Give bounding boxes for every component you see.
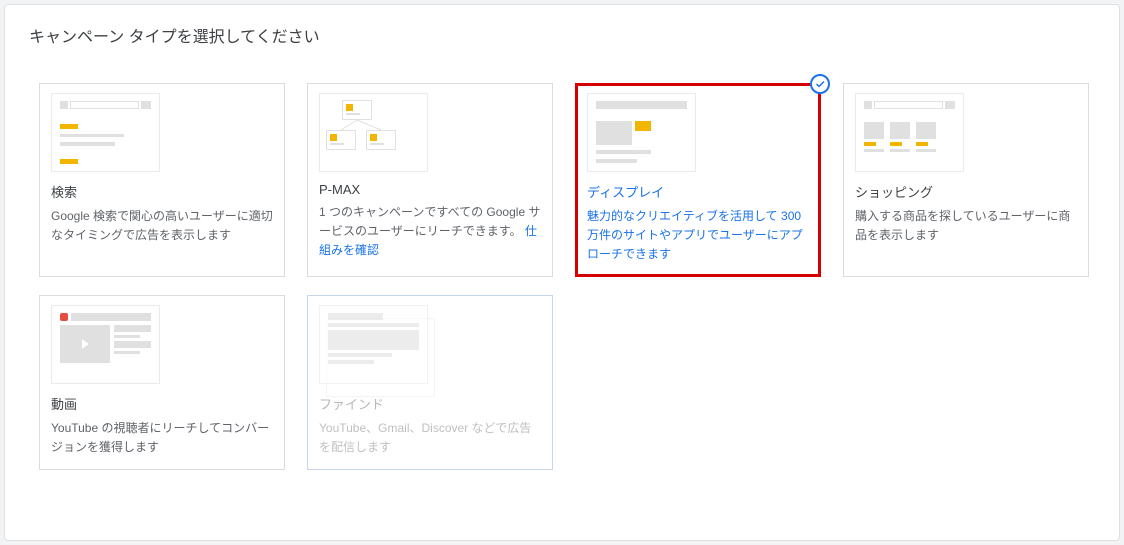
card-description: YouTube、Gmail、Discover などで広告を配信します [319,419,541,457]
selected-check-icon [810,74,830,94]
campaign-card-shopping[interactable]: ショッピング 購入する商品を探しているユーザーに商品を表示します [843,83,1089,277]
card-title: ショッピング [855,182,1077,201]
card-description: Google 検索で関心の高いユーザーに適切なタイミングで広告を表示します [51,207,273,245]
panel-title: キャンペーン タイプを選択してください [5,5,1119,47]
card-description: 1 つのキャンペーンですべての Google サービスのユーザーにリーチできます… [319,203,541,261]
card-title: ディスプレイ [587,182,809,201]
campaign-cards-grid: 検索 Google 検索で関心の高いユーザーに適切なタイミングで広告を表示します… [5,47,1119,504]
card-title: 検索 [51,182,273,201]
card-desc-text: 1 つのキャンペーンですべての Google サービスのユーザーにリーチできます… [319,205,540,238]
card-title: P-MAX [319,182,541,197]
campaign-card-find[interactable]: ファインド YouTube、Gmail、Discover などで広告を配信します [307,295,553,470]
display-thumbnail-icon [587,93,696,172]
campaign-card-search[interactable]: 検索 Google 検索で関心の高いユーザーに適切なタイミングで広告を表示します [39,83,285,277]
campaign-card-video[interactable]: 動画 YouTube の視聴者にリーチしてコンバージョンを獲得します [39,295,285,470]
campaign-card-pmax[interactable]: P-MAX 1 つのキャンペーンですべての Google サービスのユーザーにリ… [307,83,553,277]
card-description: YouTube の視聴者にリーチしてコンバージョンを獲得します [51,419,273,457]
pmax-thumbnail-icon [319,93,428,172]
campaign-card-display[interactable]: ディスプレイ 魅力的なクリエイティブを活用して 300 万件のサイトやアプリでユ… [575,83,821,277]
card-title: 動画 [51,394,273,413]
video-thumbnail-icon [51,305,160,384]
search-thumbnail-icon [51,93,160,172]
card-description: 購入する商品を探しているユーザーに商品を表示します [855,207,1077,245]
campaign-type-panel: キャンペーン タイプを選択してください 検索 Google 検索で関心の高いユー… [4,4,1120,541]
find-thumbnail-icon [319,305,428,384]
shopping-thumbnail-icon [855,93,964,172]
card-description: 魅力的なクリエイティブを活用して 300 万件のサイトやアプリでユーザーにアプロ… [587,207,809,265]
